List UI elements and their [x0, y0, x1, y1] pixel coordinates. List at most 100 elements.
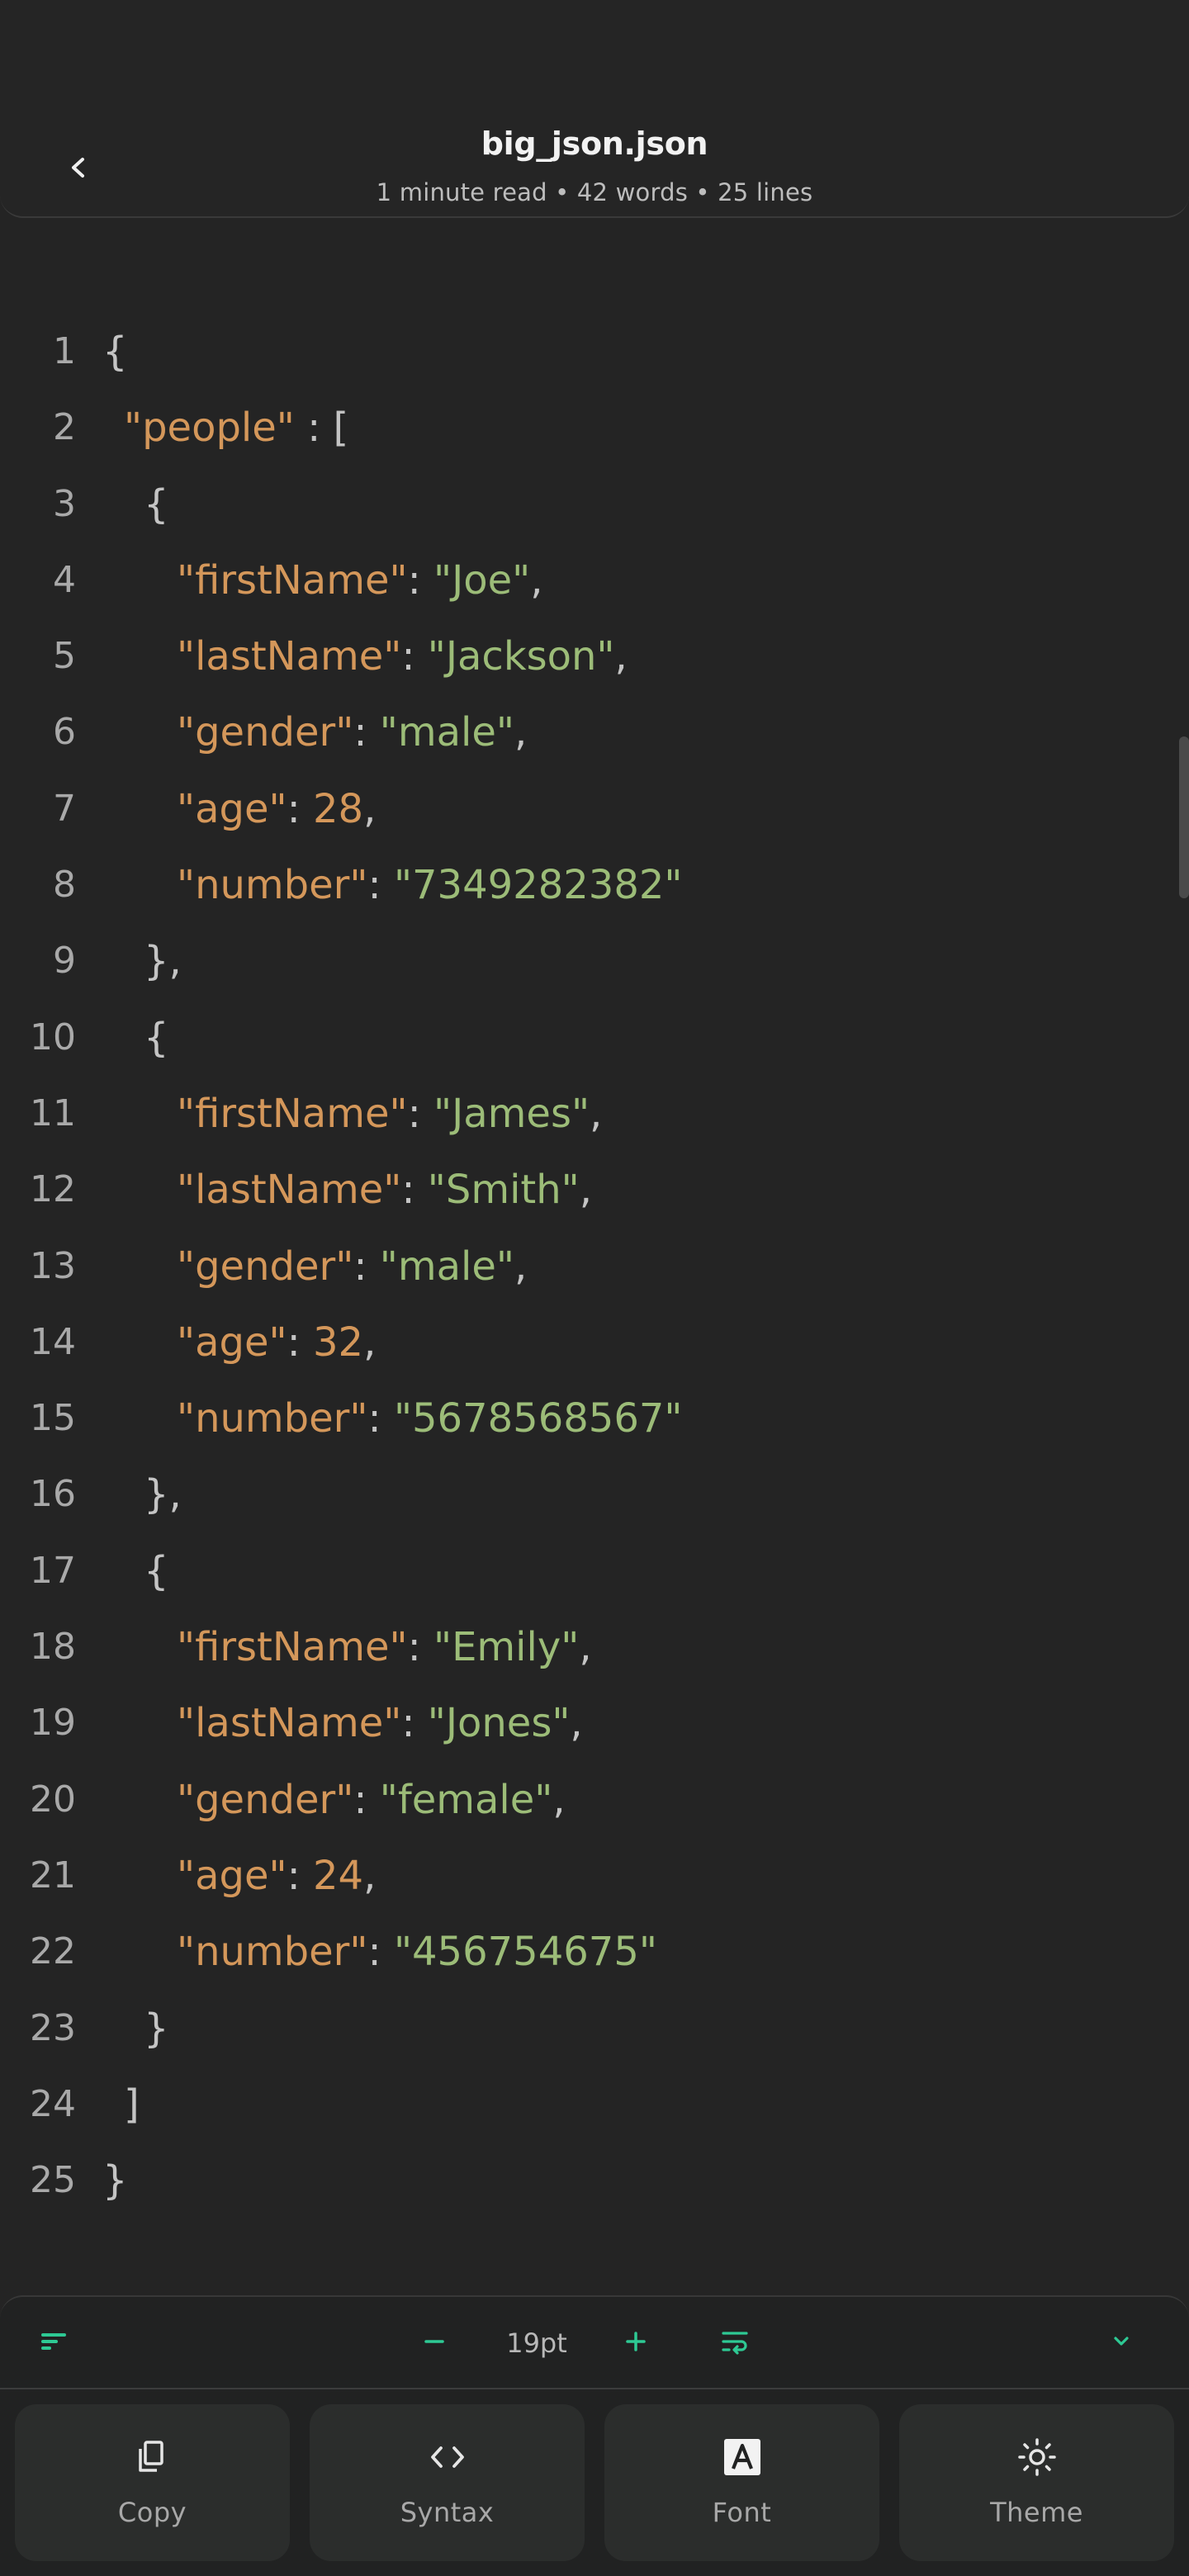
code-token: :: [401, 1167, 428, 1214]
line-number: 6: [53, 711, 76, 754]
line-text: "age": 24,: [177, 1838, 376, 1914]
line-number: 1: [53, 330, 76, 372]
line-number: 19: [30, 1702, 76, 1745]
line-text: "lastName": "Jones",: [177, 1685, 583, 1761]
code-line: 21 "age": 24,: [0, 1838, 1189, 1914]
line-number: 25: [30, 2159, 76, 2202]
code-token: }: [144, 2005, 169, 2052]
line-number: 3: [53, 482, 76, 525]
increase-font-button[interactable]: [609, 2315, 662, 2368]
code-token: 28: [313, 785, 364, 832]
code-token: :: [367, 862, 394, 909]
code-icon: [430, 2446, 464, 2468]
line-number: 2: [53, 406, 76, 449]
bottom-panel: 19pt Copy Syntax Font Theme: [0, 2295, 1189, 2576]
code-line: 25}: [0, 2143, 1189, 2218]
code-token: ]: [124, 2081, 140, 2128]
code-line: 6 "gender": "male",: [0, 694, 1189, 770]
line-text: }: [144, 1991, 169, 2067]
plus-icon: [626, 2332, 646, 2351]
code-token: :: [401, 633, 428, 680]
scrollbar-thumb[interactable]: [1179, 736, 1189, 898]
code-token: "people": [124, 405, 295, 452]
syntax-button[interactable]: Syntax: [310, 2404, 585, 2561]
line-text: "number": "5678568567": [177, 1380, 682, 1456]
line-number: 16: [30, 1473, 76, 1516]
code-line: 16},: [0, 1456, 1189, 1532]
line-text: "number": "456754675": [177, 1914, 657, 1990]
word-wrap-button[interactable]: [708, 2315, 761, 2368]
outline-icon[interactable]: [26, 2315, 79, 2368]
code-token: "number": [177, 1395, 368, 1442]
code-token: "Smith": [427, 1167, 580, 1214]
font-button[interactable]: Font: [604, 2404, 879, 2561]
code-token: {: [102, 329, 128, 375]
code-token: :: [287, 1852, 314, 1899]
code-line: 10 {: [0, 1000, 1189, 1076]
code-token: ,: [552, 1776, 566, 1823]
font-size-value: 19pt: [506, 2327, 567, 2359]
line-text: "lastName": "Smith",: [177, 1152, 592, 1228]
code-token: :: [367, 1395, 394, 1442]
code-token: ,: [579, 1624, 592, 1671]
file-title: big_json.json: [481, 125, 708, 162]
code-token: ,: [514, 1243, 528, 1290]
code-token: },: [144, 938, 182, 985]
code-token: ,: [514, 709, 528, 756]
code-viewer[interactable]: 1{2 "people" : [3{4 "firstName": "Joe", 5 "l…: [0, 314, 1189, 2218]
code-line: 17 {: [0, 1533, 1189, 1609]
line-text: "lastName": "Jackson",: [177, 618, 628, 694]
code-token: :: [401, 1700, 428, 1747]
code-line: 19 "lastName": "Jones",: [0, 1685, 1189, 1761]
code-token: },: [144, 1471, 182, 1518]
code-token: :: [287, 1319, 314, 1366]
code-token: :: [353, 709, 380, 756]
line-number: 23: [30, 2006, 76, 2049]
line-text: ]: [124, 2067, 140, 2143]
code-line: 22 "number": "456754675": [0, 1914, 1189, 1990]
code-token: :: [407, 1624, 433, 1671]
code-token: "male": [379, 709, 514, 756]
code-token: "age": [177, 1319, 287, 1366]
code-token: ,: [363, 1852, 377, 1899]
copy-button[interactable]: Copy: [15, 2404, 290, 2561]
line-number: 7: [53, 787, 76, 830]
code-token: "James": [433, 1090, 590, 1137]
code-token: ,: [614, 633, 628, 680]
line-number: 9: [53, 940, 76, 983]
line-number: 11: [30, 1091, 76, 1134]
theme-label: Theme: [990, 2497, 1083, 2528]
line-text: {: [144, 1533, 169, 1609]
code-token: :: [367, 1929, 394, 1976]
code-token: ,: [363, 1319, 377, 1366]
code-token: "gender": [177, 1243, 354, 1290]
line-text: }: [102, 2143, 128, 2218]
line-number: 24: [30, 2082, 76, 2125]
font-label: Font: [712, 2497, 772, 2528]
line-number: 22: [30, 1930, 76, 1973]
line-text: "number": "7349282382": [177, 847, 682, 923]
decrease-font-button[interactable]: [408, 2315, 461, 2368]
code-token: "5678568567": [393, 1395, 683, 1442]
line-number: 8: [53, 864, 76, 907]
code-line: 23}: [0, 1991, 1189, 2067]
code-line: 15 "number": "5678568567": [0, 1380, 1189, 1456]
code-token: : [: [294, 405, 349, 452]
code-line: 1{: [0, 314, 1189, 390]
line-text: },: [144, 1456, 182, 1532]
code-token: "gender": [177, 1776, 354, 1823]
code-token: "firstName": [177, 556, 408, 604]
collapse-panel-button[interactable]: [1095, 2315, 1148, 2368]
code-token: ,: [363, 785, 377, 832]
line-number: 12: [30, 1168, 76, 1211]
code-token: 24: [313, 1852, 364, 1899]
line-number: 14: [30, 1320, 76, 1363]
code-token: ,: [570, 1700, 583, 1747]
code-token: }: [102, 2157, 128, 2204]
line-text: "gender": "male",: [177, 694, 527, 770]
line-number: 20: [30, 1778, 76, 1821]
code-token: "Jackson": [427, 633, 615, 680]
code-line: 11 "firstName": "James",: [0, 1076, 1189, 1152]
code-token: :: [353, 1776, 380, 1823]
theme-button[interactable]: Theme: [899, 2404, 1174, 2561]
